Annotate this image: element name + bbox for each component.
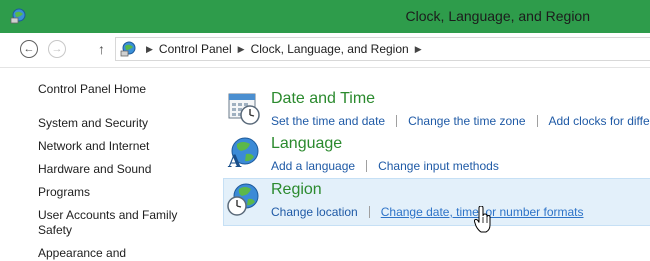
category-title-region[interactable]: Region: [271, 181, 322, 199]
control-panel-icon: [10, 8, 26, 24]
chevron-right-icon[interactable]: ▶: [238, 44, 245, 55]
arrow-up-icon: ↑: [98, 41, 105, 57]
sidebar-item-appearance[interactable]: Appearance and: [38, 246, 208, 261]
sidebar-item-network-internet[interactable]: Network and Internet: [38, 139, 208, 154]
chevron-right-icon[interactable]: ▶: [146, 44, 153, 55]
link-change-time-zone[interactable]: Change the time zone: [408, 114, 525, 128]
calendar-clock-icon: [228, 93, 260, 125]
sidebar-item-user-accounts[interactable]: User Accounts and Family: [38, 208, 208, 223]
address-bar[interactable]: ▶ Control Panel ▶ Clock, Language, and R…: [115, 37, 650, 61]
up-button[interactable]: ↑: [98, 41, 105, 57]
sidebar: Control Panel Home System and Security N…: [38, 82, 208, 261]
category-title-language[interactable]: Language: [271, 135, 342, 153]
link-add-clocks[interactable]: Add clocks for differ: [549, 114, 650, 128]
sidebar-item-control-panel-home[interactable]: Control Panel Home: [38, 82, 208, 97]
language-links: Add a language Change input methods: [271, 159, 499, 173]
link-divider: [368, 206, 370, 218]
sidebar-item-hardware-sound[interactable]: Hardware and Sound: [38, 162, 208, 177]
globe-language-icon: A: [227, 137, 259, 171]
sidebar-item-programs[interactable]: Programs: [38, 185, 208, 200]
svg-text:A: A: [227, 152, 242, 171]
region-links: Change location Change date, time, or nu…: [271, 205, 584, 219]
hand-cursor-icon: [474, 206, 491, 233]
window-title: Clock, Language, and Region: [405, 8, 590, 24]
link-add-language[interactable]: Add a language: [271, 159, 355, 173]
breadcrumb-control-panel[interactable]: Control Panel: [159, 42, 232, 56]
sidebar-item-user-accounts-cont[interactable]: Safety: [38, 223, 208, 238]
control-panel-icon: [120, 41, 136, 57]
breadcrumb-clock-language-region[interactable]: Clock, Language, and Region: [251, 42, 409, 56]
title-bar: Clock, Language, and Region: [0, 0, 650, 33]
sidebar-item-system-security[interactable]: System and Security: [38, 116, 208, 131]
link-set-time-date[interactable]: Set the time and date: [271, 114, 385, 128]
date-time-links: Set the time and date Change the time zo…: [271, 114, 650, 128]
link-change-input-methods[interactable]: Change input methods: [378, 159, 499, 173]
category-title-date-time[interactable]: Date and Time: [271, 90, 375, 108]
forward-button[interactable]: →: [48, 40, 66, 58]
link-change-location[interactable]: Change location: [271, 205, 358, 219]
breadcrumb: ▶ Control Panel ▶ Clock, Language, and R…: [140, 38, 428, 60]
arrow-right-icon: →: [51, 42, 63, 55]
link-divider: [366, 160, 368, 172]
link-divider: [536, 115, 538, 127]
globe-clock-icon: [227, 183, 259, 216]
link-divider: [396, 115, 398, 127]
chevron-right-icon[interactable]: ▶: [415, 44, 422, 55]
back-button[interactable]: ←: [20, 40, 38, 58]
navigation-bar: ← → ↑ ▶ Control Panel ▶ Clock, Language,…: [0, 33, 650, 68]
arrow-left-icon: ←: [23, 42, 35, 55]
